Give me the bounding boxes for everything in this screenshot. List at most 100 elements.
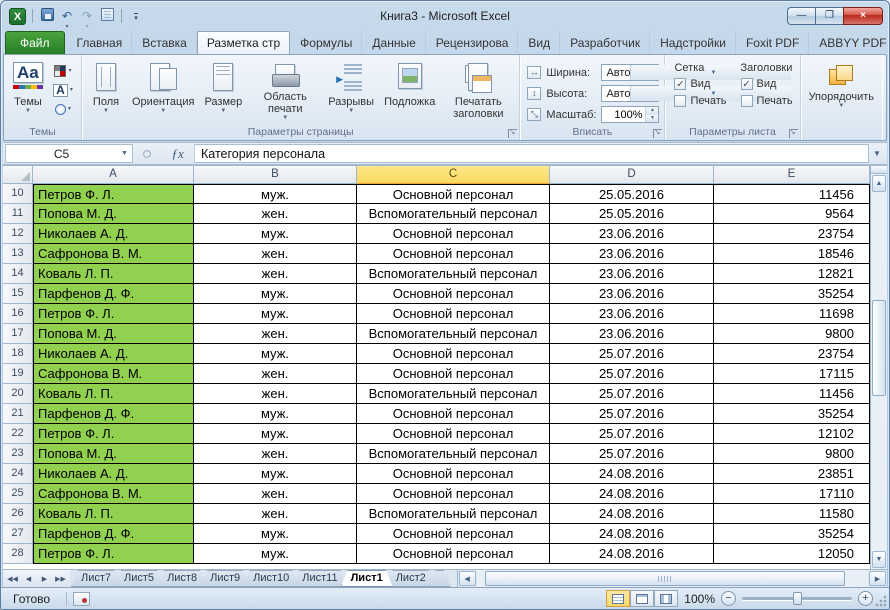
close-button[interactable]: × bbox=[843, 7, 883, 25]
row-header[interactable]: 16 bbox=[3, 304, 33, 324]
cell-category[interactable]: Вспомогательный персонал bbox=[357, 504, 550, 524]
zoom-in-button[interactable]: + bbox=[858, 591, 873, 606]
cell-name[interactable]: Попова М. Д. bbox=[33, 204, 194, 224]
cell-name[interactable]: Николаев А. Д. bbox=[33, 464, 194, 484]
cell-name[interactable]: Николаев А. Д. bbox=[33, 344, 194, 364]
hscroll-thumb[interactable] bbox=[484, 571, 845, 586]
tab-foxit-pdf[interactable]: Foxit PDF bbox=[736, 31, 810, 54]
cell-gender[interactable]: муж. bbox=[194, 304, 357, 324]
row-header[interactable]: 15 bbox=[3, 284, 33, 304]
column-header-d[interactable]: D bbox=[550, 166, 714, 184]
last-sheet-icon[interactable]: ▶▶ bbox=[54, 575, 67, 583]
row-header[interactable]: 12 bbox=[3, 224, 33, 244]
scroll-left-icon[interactable]: ◀ bbox=[458, 571, 476, 586]
cell-name[interactable]: Николаев А. Д. bbox=[33, 224, 194, 244]
cell-gender[interactable]: муж. bbox=[194, 284, 357, 304]
cell-date[interactable]: 25.07.2016 bbox=[550, 344, 714, 364]
column-header-b[interactable]: B bbox=[194, 166, 357, 184]
cell-value[interactable]: 35254 bbox=[714, 284, 870, 304]
cell-category[interactable]: Вспомогательный персонал bbox=[357, 384, 550, 404]
cell-value[interactable]: 23754 bbox=[714, 344, 870, 364]
cell-category[interactable]: Основной персонал bbox=[357, 224, 550, 244]
tab-данные[interactable]: Данные bbox=[362, 31, 426, 54]
cell-category[interactable]: Основной персонал bbox=[357, 304, 550, 324]
arrange-button[interactable]: Упорядочить ▼ bbox=[804, 58, 879, 124]
row-header[interactable]: 18 bbox=[3, 344, 33, 364]
column-header-a[interactable]: A bbox=[33, 166, 194, 184]
cell-category[interactable]: Основной персонал bbox=[357, 464, 550, 484]
cell-name[interactable]: Парфенов Д. Ф. bbox=[33, 404, 194, 424]
gridlines-view-checkbox[interactable]: ✓ Вид bbox=[674, 78, 726, 90]
cell-category[interactable]: Основной персонал bbox=[357, 484, 550, 504]
cell-category[interactable]: Основной персонал bbox=[357, 404, 550, 424]
row-header[interactable]: 26 bbox=[3, 504, 33, 524]
cell-gender[interactable]: муж. bbox=[194, 224, 357, 244]
cell-name[interactable]: Коваль Л. П. bbox=[33, 264, 194, 284]
print-titles-button[interactable]: Печатать заголовки bbox=[440, 58, 516, 124]
name-box[interactable]: C5 ▼ bbox=[5, 144, 133, 163]
row-header[interactable]: 14 bbox=[3, 264, 33, 284]
cell-name[interactable]: Попова М. Д. bbox=[33, 324, 194, 344]
sheet-tab-лист5[interactable]: Лист5 bbox=[114, 570, 164, 587]
tab-abbyy-pdf-tr[interactable]: ABBYY PDF Tr bbox=[809, 31, 889, 54]
cell-value[interactable]: 9564 bbox=[714, 204, 870, 224]
row-header[interactable]: 21 bbox=[3, 404, 33, 424]
cell-value[interactable]: 23754 bbox=[714, 224, 870, 244]
row-header[interactable]: 24 bbox=[3, 464, 33, 484]
scroll-up-icon[interactable]: ▲ bbox=[872, 175, 886, 192]
cell-date[interactable]: 23.06.2016 bbox=[550, 264, 714, 284]
zoom-out-button[interactable]: − bbox=[721, 591, 736, 606]
cell-value[interactable]: 11580 bbox=[714, 504, 870, 524]
cell-date[interactable]: 24.08.2016 bbox=[550, 524, 714, 544]
cell-date[interactable]: 24.08.2016 bbox=[550, 484, 714, 504]
custom-grid-button[interactable] bbox=[99, 7, 115, 25]
column-header-e[interactable]: E bbox=[714, 166, 870, 184]
cell-category[interactable]: Основной персонал bbox=[357, 244, 550, 264]
cell-category[interactable]: Основной персонал bbox=[357, 184, 550, 204]
cell-category[interactable]: Основной персонал bbox=[357, 524, 550, 544]
cell-value[interactable]: 17115 bbox=[714, 364, 870, 384]
headings-print-checkbox[interactable]: Печать bbox=[740, 95, 793, 107]
tab-вид[interactable]: Вид bbox=[518, 31, 561, 54]
cell-gender[interactable]: муж. bbox=[194, 344, 357, 364]
cell-category[interactable]: Основной персонал bbox=[357, 544, 550, 564]
sheet-tab-лист8[interactable]: Лист8 bbox=[157, 570, 207, 587]
cell-value[interactable]: 12821 bbox=[714, 264, 870, 284]
cell-gender[interactable]: жен. bbox=[194, 484, 357, 504]
formula-input[interactable]: Категория персонала bbox=[195, 144, 869, 163]
cell-value[interactable]: 35254 bbox=[714, 524, 870, 544]
tab-рецензирова[interactable]: Рецензирова bbox=[426, 31, 519, 54]
row-header[interactable]: 19 bbox=[3, 364, 33, 384]
sheet-tab-лист7[interactable]: Лист7 bbox=[71, 570, 121, 587]
cell-category[interactable]: Основной персонал bbox=[357, 364, 550, 384]
split-handle[interactable] bbox=[871, 166, 887, 174]
row-header[interactable]: 22 bbox=[3, 424, 33, 444]
row-header[interactable]: 10 bbox=[3, 184, 33, 204]
page-breaks-button[interactable]: ▶ Разрывы ▼ bbox=[323, 58, 379, 124]
cell-date[interactable]: 25.05.2016 bbox=[550, 184, 714, 204]
cell-name[interactable]: Петров Ф. Л. bbox=[33, 184, 194, 204]
row-header[interactable]: 28 bbox=[3, 544, 33, 564]
normal-view-button[interactable] bbox=[606, 590, 631, 607]
cell-gender[interactable]: жен. bbox=[194, 364, 357, 384]
cell-gender[interactable]: жен. bbox=[194, 444, 357, 464]
cell-name[interactable]: Сафронова В. М. bbox=[33, 484, 194, 504]
cell-category[interactable]: Вспомогательный персонал bbox=[357, 444, 550, 464]
resize-grip[interactable] bbox=[875, 595, 887, 607]
sheet-tab-лист2[interactable]: Лист2 bbox=[386, 570, 436, 587]
expand-formula-bar-icon[interactable]: ▼ bbox=[869, 144, 885, 163]
column-header-c[interactable]: C bbox=[357, 166, 550, 184]
height-combobox[interactable]: Авто ▼ bbox=[601, 85, 792, 102]
sheet-tab-лист1[interactable]: Лист1 bbox=[341, 570, 393, 587]
theme-colors-button[interactable]: ▾ bbox=[50, 62, 76, 80]
macro-record-icon[interactable] bbox=[73, 591, 91, 606]
customize-qat-button[interactable]: ▾ bbox=[128, 8, 144, 25]
name-box-dropdown-icon[interactable]: ▼ bbox=[117, 150, 132, 157]
cell-value[interactable]: 11456 bbox=[714, 384, 870, 404]
cell-date[interactable]: 23.06.2016 bbox=[550, 324, 714, 344]
cell-category[interactable]: Вспомогательный персонал bbox=[357, 324, 550, 344]
vertical-scrollbar[interactable]: ▲ ▼ bbox=[870, 166, 887, 569]
cell-category[interactable]: Вспомогательный персонал bbox=[357, 264, 550, 284]
cell-category[interactable]: Основной персонал bbox=[357, 284, 550, 304]
page-break-view-button[interactable] bbox=[654, 590, 679, 607]
